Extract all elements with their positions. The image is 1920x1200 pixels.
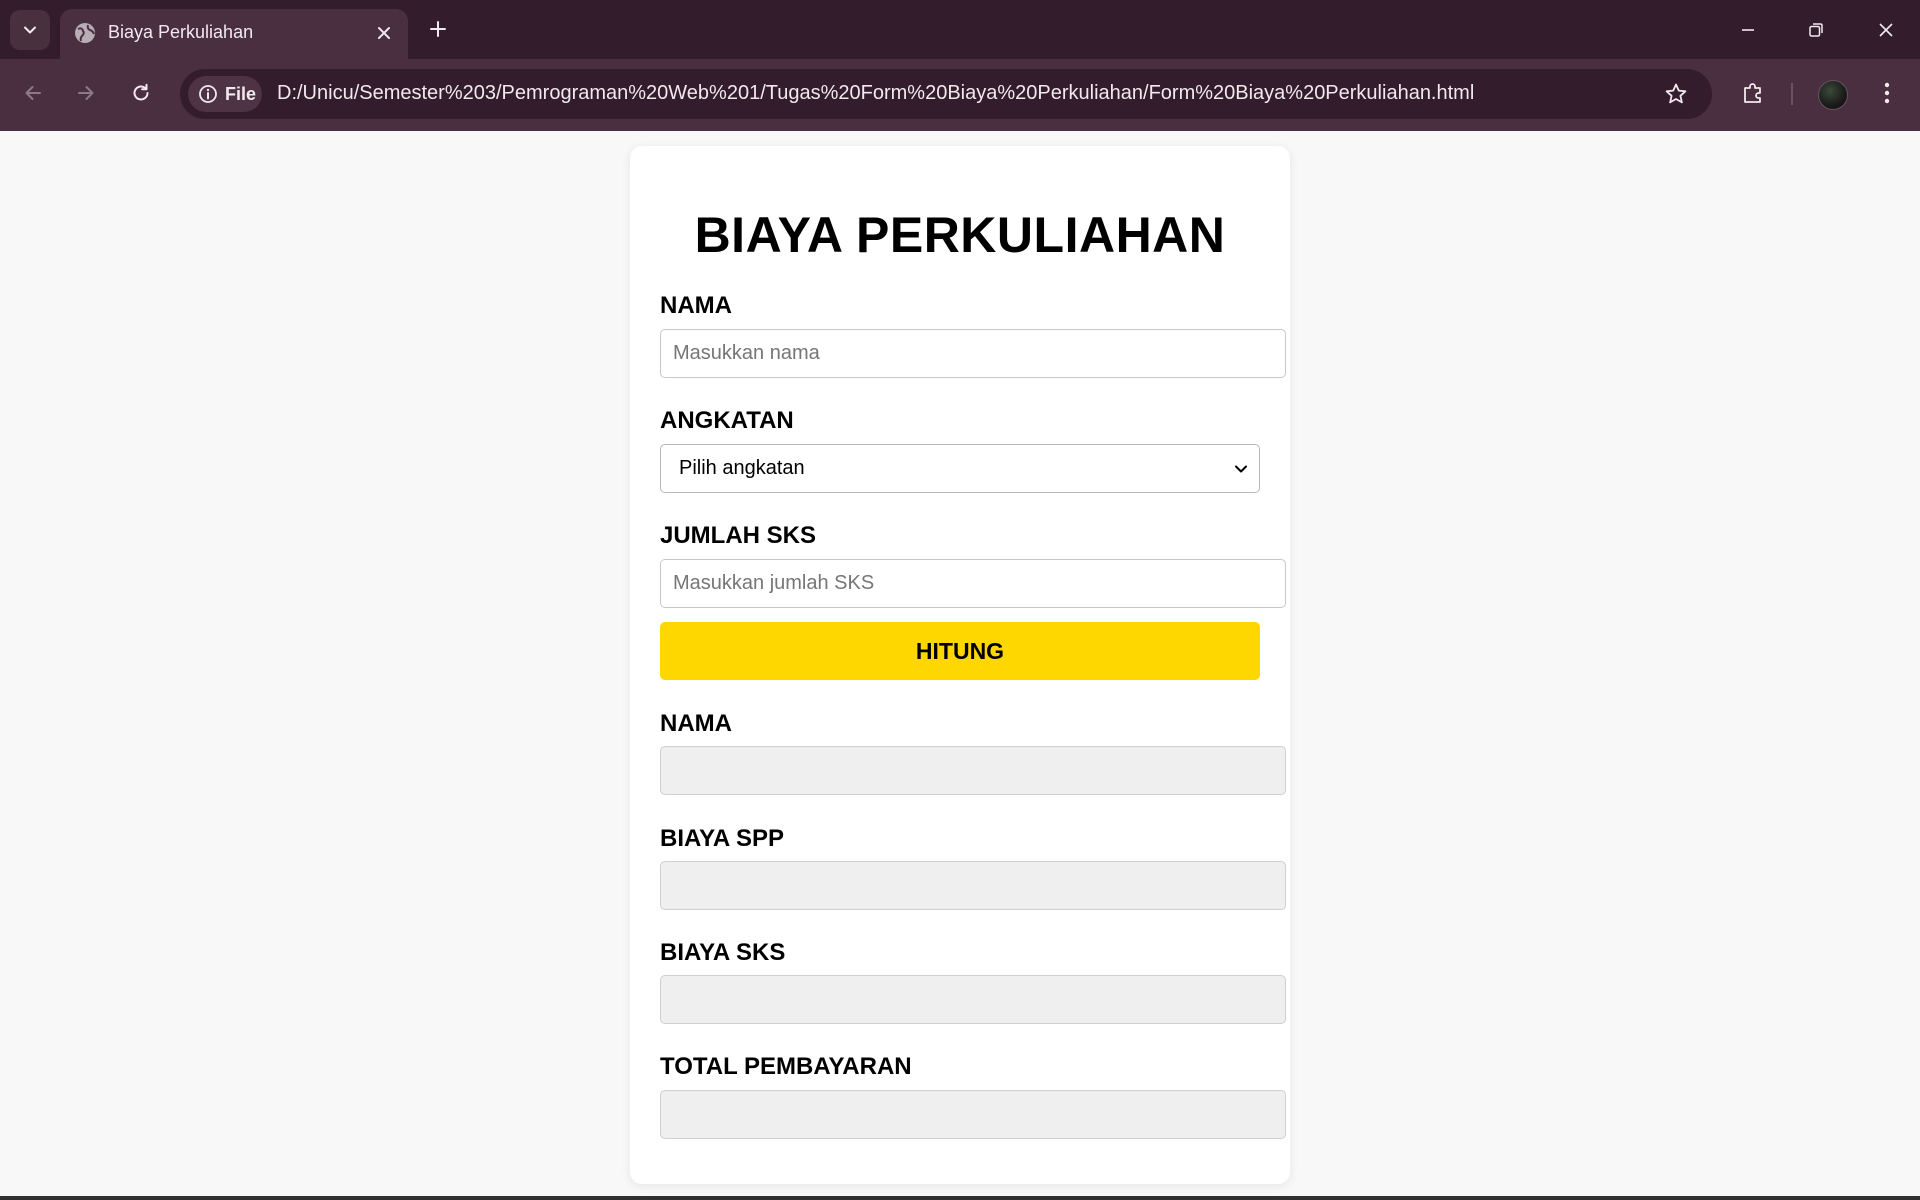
nama-label: NAMA — [660, 292, 732, 319]
tab-title: Biaya Perkuliahan — [108, 22, 254, 42]
biaya-sks-field — [660, 975, 1286, 1024]
angkatan-label: ANGKATAN — [660, 407, 794, 434]
tab-strip: Biaya Perkuliahan — [0, 0, 1920, 59]
bookmark-button[interactable] — [1662, 80, 1690, 108]
active-tab[interactable]: Biaya Perkuliahan — [60, 9, 408, 59]
nama-input[interactable] — [660, 329, 1286, 378]
close-tab-button[interactable] — [370, 19, 398, 47]
tab-search-button[interactable] — [10, 10, 50, 50]
window-bottom-edge — [0, 1196, 1920, 1200]
info-icon — [199, 85, 217, 103]
hitung-button[interactable]: HITUNG — [660, 622, 1260, 680]
site-info-chip[interactable]: File — [188, 76, 262, 112]
window-close-icon — [1879, 23, 1893, 37]
address-bar[interactable]: File D:/Unicu/Semester%203/Pemrograman%2… — [180, 69, 1712, 119]
angkatan-select[interactable]: Pilih angkatan — [660, 444, 1260, 493]
total-pembayaran-label: TOTAL PEMBAYARAN — [660, 1053, 912, 1080]
form-card: BIAYA PERKULIAHAN NAMA ANGKATAN Pilih an… — [630, 146, 1290, 1184]
page-title: BIAYA PERKULIAHAN — [694, 207, 1226, 263]
back-button[interactable] — [13, 73, 53, 113]
biaya-spp-field — [660, 861, 1286, 910]
new-tab-button[interactable] — [422, 12, 454, 46]
forward-icon — [78, 86, 94, 100]
extensions-icon — [1744, 83, 1761, 103]
biaya-sks-label: BIAYA SKS — [660, 939, 786, 966]
forward-button[interactable] — [66, 73, 106, 113]
toolbar-separator — [1791, 83, 1793, 105]
chevron-down-icon — [1235, 465, 1247, 473]
url-text[interactable]: D:/Unicu/Semester%203/Pemrograman%20Web%… — [277, 82, 1474, 105]
menu-icon — [1884, 82, 1890, 104]
window-close-button[interactable] — [1864, 8, 1908, 52]
angkatan-selected-value: Pilih angkatan — [679, 457, 805, 479]
biaya-spp-label: BIAYA SPP — [660, 825, 785, 852]
plus-icon — [430, 21, 446, 37]
globe-icon — [75, 23, 95, 43]
profile-avatar[interactable] — [1818, 80, 1848, 110]
result-nama-field — [660, 746, 1286, 795]
jumlah-sks-label: JUMLAH SKS — [660, 522, 817, 549]
page-content: BIAYA PERKULIAHAN NAMA ANGKATAN Pilih an… — [0, 131, 1920, 1200]
extensions-button[interactable] — [1733, 73, 1773, 113]
browser-menu-button[interactable] — [1867, 73, 1907, 113]
total-pembayaran-field — [660, 1090, 1286, 1139]
reload-button[interactable] — [121, 73, 161, 113]
result-nama-label: NAMA — [660, 710, 732, 737]
close-icon — [378, 27, 390, 39]
jumlah-sks-input[interactable] — [660, 559, 1286, 608]
chevron-down-icon — [24, 26, 36, 34]
site-chip-label: File — [225, 83, 257, 104]
minimize-icon — [1742, 29, 1754, 31]
reload-icon — [133, 83, 149, 101]
restore-icon — [1809, 23, 1823, 37]
restore-button[interactable] — [1794, 8, 1838, 52]
minimize-button[interactable] — [1726, 8, 1770, 52]
browser-toolbar: File D:/Unicu/Semester%203/Pemrograman%2… — [0, 59, 1920, 131]
star-icon — [1665, 83, 1687, 104]
back-icon — [25, 86, 41, 100]
